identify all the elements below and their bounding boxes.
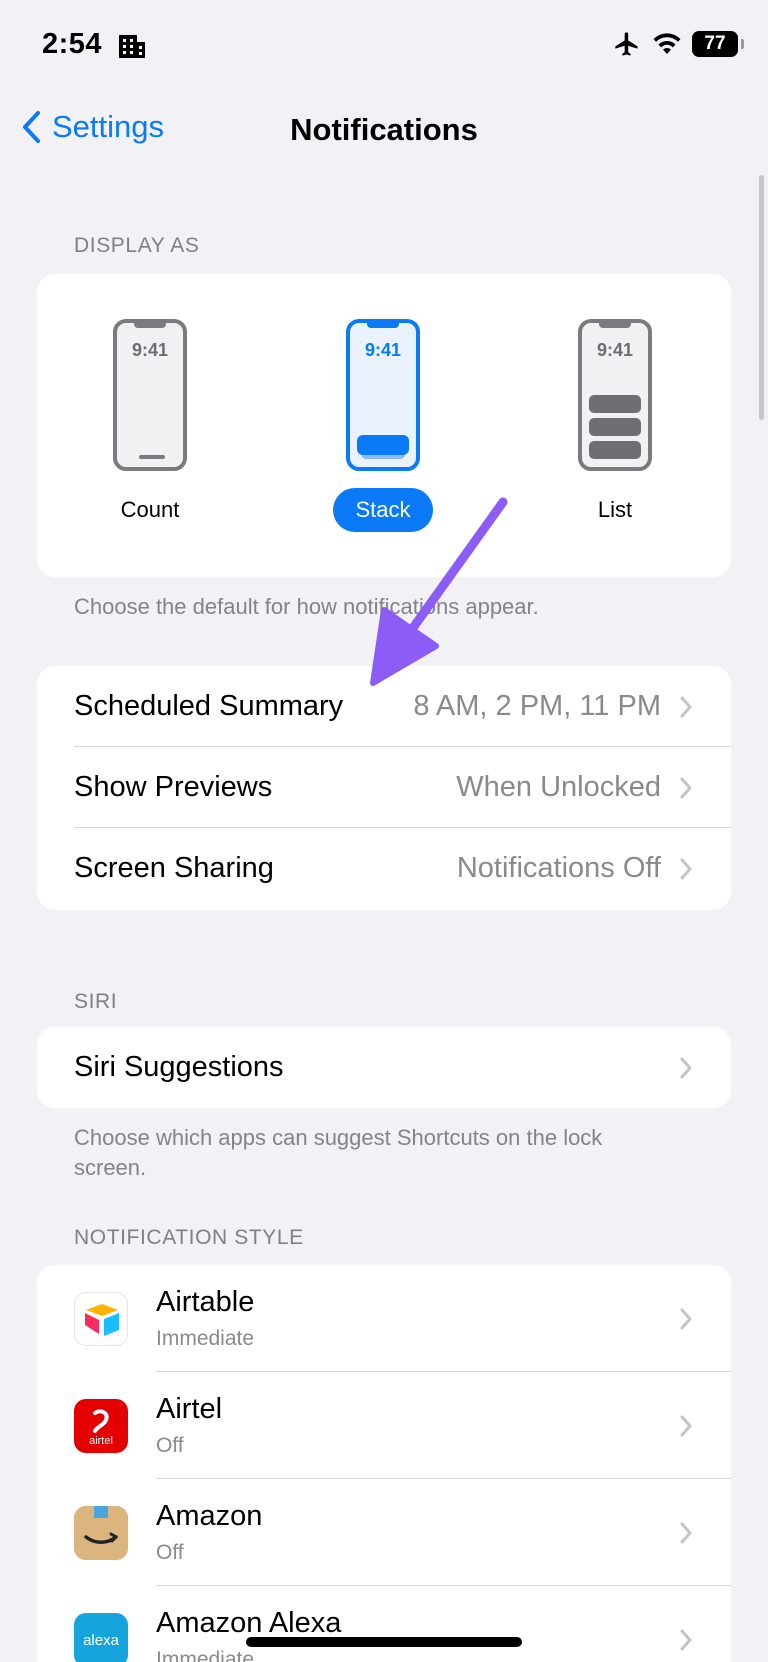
home-indicator [246, 1637, 522, 1647]
annotation-arrow-icon [370, 497, 508, 686]
